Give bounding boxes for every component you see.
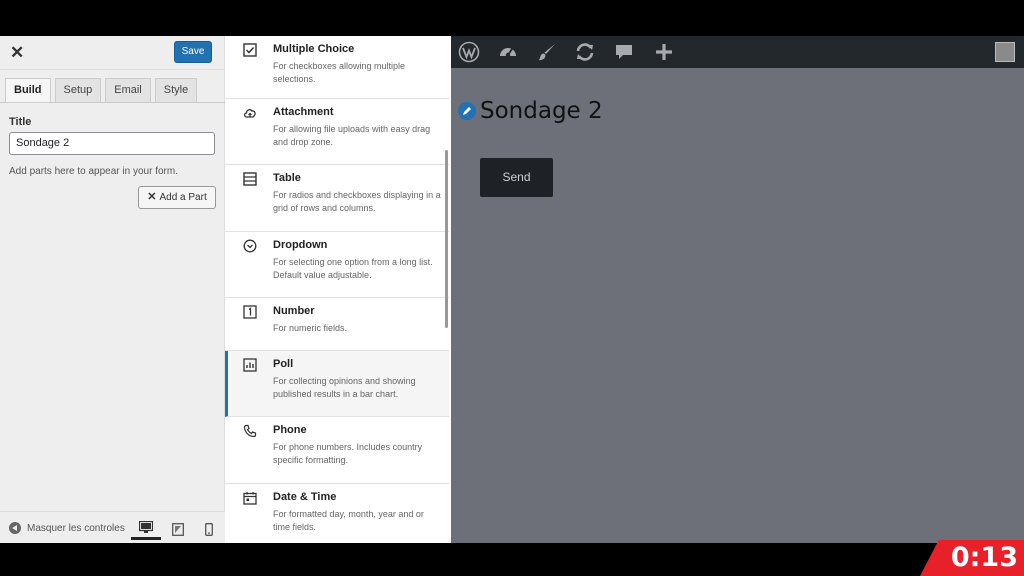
add-part-label: Add a Part: [159, 192, 207, 203]
part-table[interactable]: Table For radios and checkboxes displayi…: [225, 165, 449, 232]
avatar[interactable]: [995, 42, 1015, 62]
parts-scrollbar[interactable]: [445, 150, 448, 328]
part-desc: For radios and checkboxes displaying in …: [273, 190, 441, 213]
tab-setup[interactable]: Setup: [54, 78, 102, 102]
checkbox-icon: [243, 43, 257, 57]
part-desc: For allowing file uploads with easy drag…: [273, 124, 431, 147]
table-icon: [243, 172, 257, 186]
part-name: Attachment: [273, 106, 334, 118]
dashboard-icon[interactable]: [497, 41, 519, 63]
part-name: Number: [273, 305, 315, 317]
part-desc: For formatted day, month, year and or ti…: [273, 509, 424, 532]
mobile-icon: [205, 522, 213, 536]
part-desc: For selecting one option from a long lis…: [273, 257, 433, 280]
upload-cloud-icon: [243, 109, 256, 118]
part-number[interactable]: Number For numeric fields.: [225, 298, 449, 351]
save-button[interactable]: Save: [174, 41, 212, 63]
part-date-time[interactable]: Date & Time For formatted day, month, ye…: [225, 484, 449, 543]
comment-icon[interactable]: [613, 41, 635, 63]
wordpress-icon[interactable]: [458, 41, 480, 63]
part-dropdown[interactable]: Dropdown For selecting one option from a…: [225, 232, 449, 298]
part-name: Table: [273, 172, 301, 184]
part-name: Poll: [273, 358, 294, 370]
admin-bar: [451, 36, 1024, 68]
part-multiple-choice[interactable]: Multiple Choice For checkboxes allowing …: [225, 36, 449, 99]
add-icon: ✕: [147, 191, 157, 203]
preview-tablet-button[interactable]: [163, 518, 193, 540]
part-poll[interactable]: Poll For collecting opinions and showing…: [225, 351, 449, 417]
collapse-label: Masquer les controles: [27, 522, 125, 534]
desktop-icon: [139, 521, 153, 533]
video-timer-badge: 0:13: [920, 540, 1024, 576]
tab-build[interactable]: Build: [5, 78, 51, 102]
site-preview: Sondage 2 Send: [451, 36, 1024, 543]
title-label: Title: [9, 116, 32, 128]
poll-icon: [243, 358, 257, 372]
part-desc: For checkboxes allowing multiple selecti…: [273, 61, 406, 84]
parts-list: Multiple Choice For checkboxes allowing …: [225, 36, 451, 543]
panel-header: ✕ Save: [0, 36, 224, 70]
add-new-icon[interactable]: [653, 41, 675, 63]
add-part-button[interactable]: ✕ Add a Part: [138, 186, 216, 209]
customizer-panel: ✕ Save Build Setup Email Style Title Son…: [0, 36, 225, 543]
title-input[interactable]: Sondage 2: [9, 132, 215, 155]
part-attachment[interactable]: Attachment For allowing file uploads wit…: [225, 99, 449, 165]
update-icon[interactable]: [574, 41, 596, 63]
dropdown-icon: [243, 239, 257, 253]
part-name: Multiple Choice: [273, 43, 355, 55]
send-button[interactable]: Send: [480, 158, 553, 197]
part-desc: For collecting opinions and showing publ…: [273, 376, 416, 399]
close-icon[interactable]: ✕: [10, 44, 24, 61]
tab-email[interactable]: Email: [105, 78, 151, 102]
part-name: Date & Time: [273, 491, 337, 503]
collapse-controls-button[interactable]: Masquer les controles: [9, 522, 125, 534]
calendar-icon: [243, 492, 257, 505]
preview-mobile-button[interactable]: [194, 518, 224, 540]
pencil-icon: [463, 107, 471, 115]
part-name: Dropdown: [273, 239, 328, 251]
part-name: Phone: [273, 424, 307, 436]
preview-desktop-button[interactable]: [131, 518, 161, 540]
page-title: Sondage 2: [480, 98, 603, 124]
collapse-arrow-icon: [9, 522, 21, 534]
tab-style[interactable]: Style: [154, 78, 198, 102]
tab-divider: [0, 102, 225, 103]
edit-shortcut-icon[interactable]: [458, 102, 476, 120]
number-icon: [243, 305, 257, 319]
part-desc: For phone numbers. Includes country spec…: [273, 442, 423, 465]
brush-icon[interactable]: [536, 41, 558, 63]
part-phone[interactable]: Phone For phone numbers. Includes countr…: [225, 417, 449, 484]
panel-footer: Masquer les controles: [0, 511, 225, 543]
tab-bar: Build Setup Email Style: [5, 78, 198, 102]
part-desc: For numeric fields.: [273, 323, 348, 333]
tablet-icon: [172, 522, 184, 536]
phone-icon: [243, 424, 257, 438]
screen: ✕ Save Build Setup Email Style Title Son…: [0, 0, 1024, 576]
add-parts-hint: Add parts here to appear in your form.: [9, 166, 178, 177]
